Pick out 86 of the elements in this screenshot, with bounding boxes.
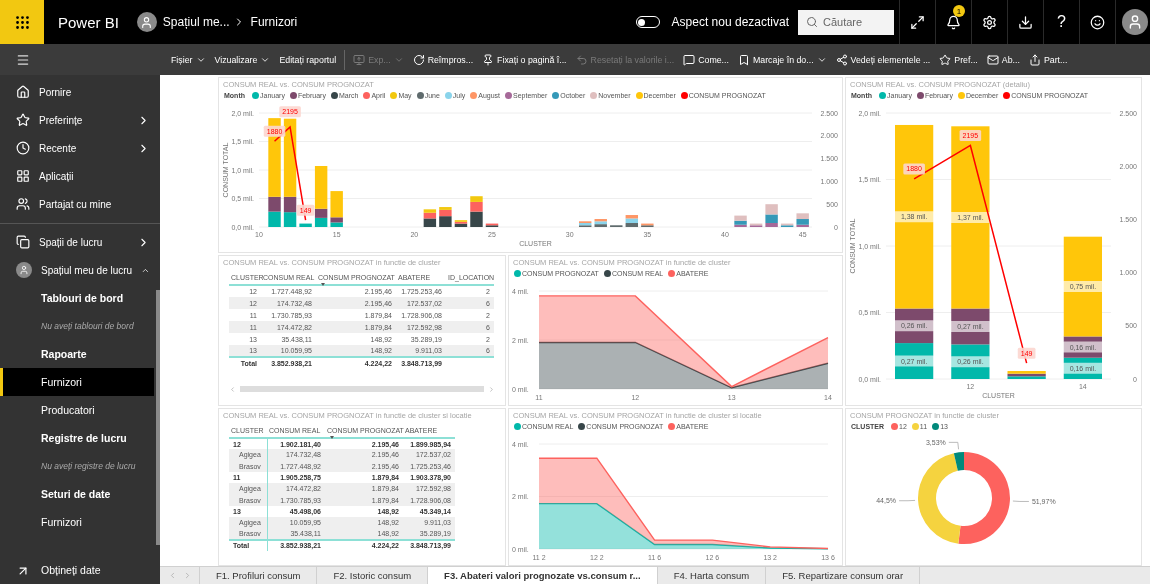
section-heading: Registre de lucru bbox=[40, 431, 128, 446]
comment-icon bbox=[683, 53, 696, 66]
toolbar-button[interactable]: Vizualizare bbox=[213, 54, 272, 65]
report-link[interactable]: Producatori bbox=[0, 396, 154, 424]
toolbar-button[interactable]: Part... bbox=[1027, 53, 1069, 66]
nav-item[interactable]: Pornire bbox=[0, 78, 160, 106]
bookmark-icon bbox=[737, 53, 750, 66]
leader-line bbox=[898, 500, 916, 502]
search-icon bbox=[806, 16, 818, 28]
pin-icon bbox=[482, 53, 495, 66]
toolbar-button[interactable]: Come... bbox=[682, 53, 730, 66]
star-icon bbox=[16, 113, 30, 127]
settings-icon bbox=[982, 14, 997, 30]
nav-label: Recente bbox=[39, 142, 78, 154]
nav-label: Aplicații bbox=[39, 170, 75, 182]
bell-icon bbox=[946, 14, 961, 30]
get-data-link[interactable]: Obțineți date bbox=[0, 564, 160, 584]
bar-segment bbox=[951, 344, 990, 379]
refresh-icon bbox=[412, 53, 425, 66]
toolbar-button[interactable]: Vedeți elementele ... bbox=[834, 53, 932, 66]
mail-icon bbox=[986, 53, 999, 66]
nav-label: Spații de lucru bbox=[39, 236, 104, 248]
share-nodes-icon bbox=[835, 53, 848, 66]
smiley-icon bbox=[1090, 14, 1105, 30]
nav-label: Partajat cu mine bbox=[39, 198, 113, 210]
empty-note: Nu aveți registre de lucru bbox=[40, 460, 137, 473]
menu-icon[interactable] bbox=[16, 52, 30, 67]
nav-item[interactable]: Preferințe bbox=[0, 106, 160, 134]
account-button[interactable] bbox=[1115, 0, 1150, 44]
toolbar-button[interactable]: Editați raportul bbox=[278, 54, 338, 65]
nav-label: Spațiul meu de lucru bbox=[41, 264, 133, 276]
people-icon bbox=[16, 197, 30, 211]
section-heading: Tablouri de bord bbox=[40, 291, 125, 306]
search-box[interactable]: Căutare bbox=[798, 9, 894, 35]
toolbar-button[interactable]: Marcaje în do... bbox=[736, 53, 828, 66]
star-icon bbox=[939, 53, 952, 66]
report-link[interactable]: Furnizori bbox=[0, 508, 154, 536]
grid-icon bbox=[16, 169, 30, 183]
nav-label: Preferințe bbox=[39, 114, 84, 126]
toolbar-button[interactable]: Pref... bbox=[938, 53, 979, 66]
toolbar-button[interactable]: Fișier bbox=[170, 54, 207, 65]
avatar-icon bbox=[16, 262, 32, 278]
toolbar-button[interactable]: Reîmpros... bbox=[411, 53, 475, 66]
leader-line bbox=[1012, 500, 1030, 502]
share-icon bbox=[1028, 53, 1041, 66]
undo-icon bbox=[575, 53, 588, 66]
breadcrumb-link[interactable]: Spațiul me... bbox=[162, 15, 230, 29]
monitor-icon bbox=[353, 53, 366, 66]
page-tab[interactable]: F3. Abateri valori prognozate vs.consum r... bbox=[428, 567, 658, 584]
nav-item[interactable]: Spațiul meu de lucru bbox=[0, 256, 160, 284]
notification-badge: 1 bbox=[953, 5, 965, 17]
toggle-label: Aspect nou dezactivat bbox=[671, 15, 789, 29]
nav-item[interactable]: Partajat cu mine bbox=[0, 190, 160, 218]
section-heading: Seturi de date bbox=[40, 487, 112, 502]
bar-segment bbox=[423, 218, 437, 227]
bar-segment bbox=[895, 343, 934, 379]
bar-segment bbox=[439, 216, 452, 227]
download-icon bbox=[1018, 14, 1033, 30]
apps-button[interactable] bbox=[0, 0, 44, 44]
nav-item[interactable]: Recente bbox=[0, 134, 160, 162]
breadcrumb-link[interactable]: Furnizori bbox=[250, 15, 298, 29]
home-icon bbox=[16, 85, 30, 99]
apps-grid-icon bbox=[13, 13, 31, 31]
horizontal-scrollbar[interactable] bbox=[229, 385, 495, 393]
bar-segment bbox=[765, 204, 778, 215]
toolbar-button[interactable]: Ab... bbox=[985, 53, 1021, 66]
avatar-icon bbox=[136, 12, 157, 32]
expand-icon bbox=[910, 14, 925, 30]
avatar-icon bbox=[1122, 9, 1148, 35]
clock-icon bbox=[16, 141, 30, 155]
nav-label: Pornire bbox=[39, 86, 73, 98]
scrollbar[interactable] bbox=[156, 290, 160, 545]
stacked-squares-icon bbox=[16, 235, 30, 249]
toolbar-button[interactable]: Fixați o pagină î... bbox=[481, 53, 568, 66]
report-link[interactable]: Furnizori bbox=[0, 368, 154, 396]
nav-item[interactable]: Aplicații bbox=[0, 162, 160, 190]
bar-segment bbox=[1063, 357, 1102, 379]
app-name: Power BI bbox=[57, 13, 120, 31]
empty-note: Nu aveți tablouri de bord bbox=[40, 320, 135, 333]
bar-segment bbox=[314, 217, 328, 227]
bar-segment bbox=[283, 212, 297, 227]
section-heading: Rapoarte bbox=[40, 347, 88, 362]
nav-item[interactable]: Spații de lucru bbox=[0, 228, 160, 256]
search-input[interactable]: Căutare bbox=[823, 16, 883, 28]
bar-segment bbox=[299, 223, 312, 227]
leader-line bbox=[948, 441, 959, 450]
